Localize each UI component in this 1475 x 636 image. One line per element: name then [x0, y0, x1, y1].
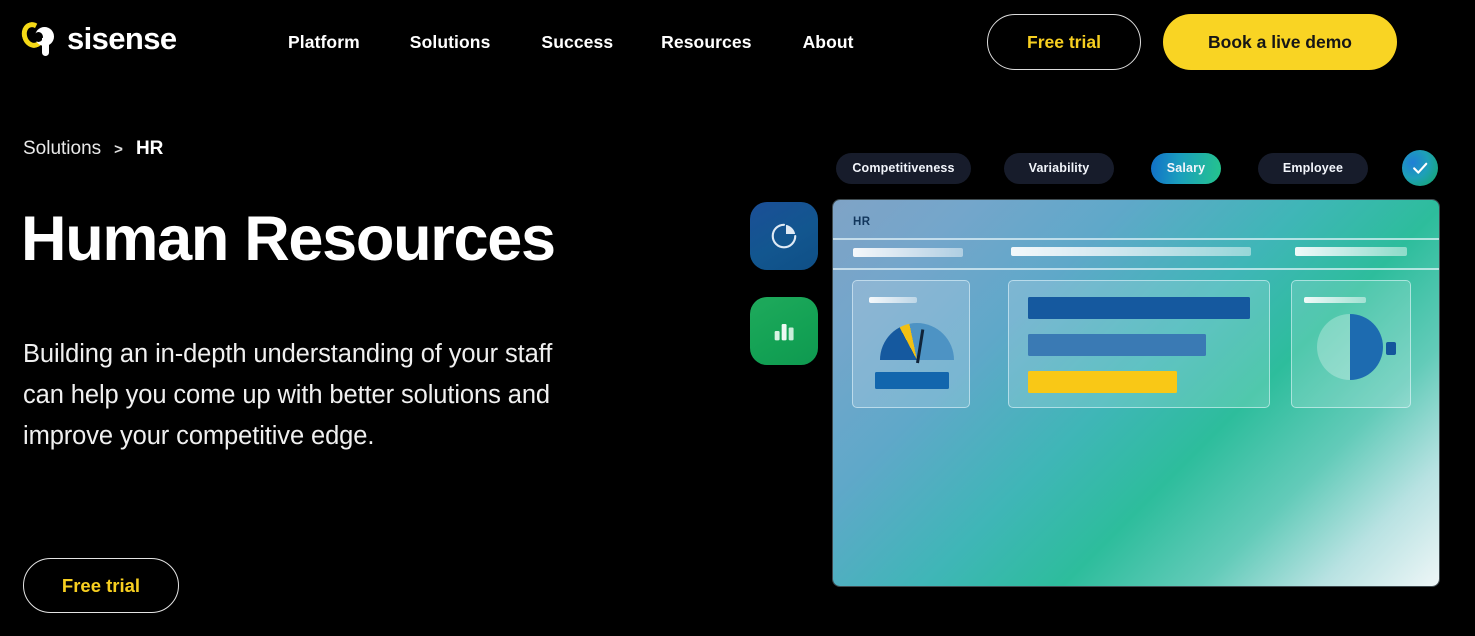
donut-chart	[1317, 314, 1383, 380]
sisense-logo[interactable]: sisense	[18, 18, 177, 58]
breadcrumb-item-current: HR	[135, 138, 164, 159]
nav-item-success[interactable]: Success	[541, 32, 613, 53]
pie-chart-icon[interactable]	[750, 202, 818, 270]
nav-item-solutions[interactable]: Solutions	[410, 32, 491, 53]
pill-employee[interactable]: Employee	[1258, 152, 1368, 184]
bar-series-3	[1028, 371, 1177, 393]
chevron-right-icon: >	[114, 140, 123, 158]
page-root: sisense Platform Solutions Success Resou…	[0, 0, 1475, 636]
main-navigation: Platform Solutions Success Resources Abo…	[288, 0, 854, 84]
pill-label: Employee	[1282, 161, 1344, 175]
pill-salary[interactable]: Salary	[1151, 152, 1221, 184]
page-title: Human Resources	[21, 204, 556, 274]
dashboard-divider	[833, 268, 1439, 270]
card-skeleton-line	[1304, 297, 1366, 303]
nav-item-resources[interactable]: Resources	[661, 32, 751, 53]
filter-pill-row: Competitiveness Variability Salary Emplo…	[836, 150, 1438, 186]
check-icon[interactable]	[1402, 150, 1438, 186]
sisense-logo-mark-icon	[18, 18, 58, 58]
pill-label: Variability	[1028, 161, 1090, 175]
card-value-bar	[875, 372, 949, 389]
nav-item-platform[interactable]: Platform	[288, 32, 360, 53]
dashboard-gauge-card	[852, 280, 970, 408]
site-header: sisense Platform Solutions Success Resou…	[0, 0, 1475, 84]
pill-label: Salary	[1166, 161, 1206, 175]
book-live-demo-button[interactable]: Book a live demo	[1163, 14, 1397, 70]
dashboard-donut-card	[1291, 280, 1411, 408]
card-skeleton-line	[869, 297, 917, 303]
bar-chart-icon[interactable]	[750, 297, 818, 365]
pill-variability[interactable]: Variability	[1004, 152, 1114, 184]
hero-free-trial-button[interactable]: Free trial	[23, 558, 179, 613]
dashboard-skeleton-bar	[1295, 247, 1407, 256]
gauge-chart	[880, 323, 954, 369]
donut-legend-marker	[1386, 342, 1396, 355]
dashboard-divider	[833, 238, 1439, 240]
breadcrumb: Solutions > HR	[23, 138, 163, 160]
breadcrumb-item-solutions[interactable]: Solutions	[23, 138, 101, 160]
dashboard-bars-card	[1008, 280, 1270, 408]
hr-dashboard-image: HR	[833, 200, 1439, 586]
logo-wordmark: sisense	[67, 20, 177, 56]
dashboard-title: HR	[853, 216, 871, 228]
pill-competitiveness[interactable]: Competitiveness	[836, 152, 971, 184]
pill-label: Competitiveness	[852, 161, 955, 175]
bar-series-2	[1028, 334, 1206, 356]
header-free-trial-button[interactable]: Free trial	[987, 14, 1141, 70]
hero-description: Building an in-depth understanding of yo…	[23, 340, 553, 450]
dashboard-skeleton-bar	[853, 248, 963, 257]
dashboard-skeleton-bar	[1011, 247, 1251, 256]
bar-series-1	[1028, 297, 1250, 319]
nav-item-about[interactable]: About	[803, 32, 854, 53]
